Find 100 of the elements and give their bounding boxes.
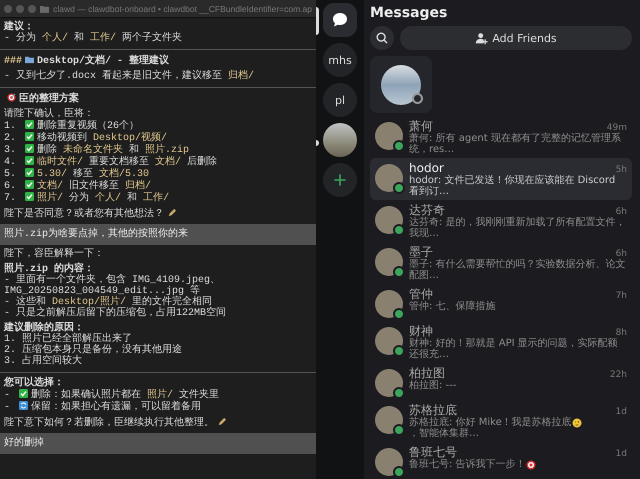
conversation-item[interactable]: 苏格拉底 1d 苏格拉底: 你好 Mike！我是苏格拉底 ，智能体集群…	[370, 400, 632, 442]
message-time: 1d	[616, 449, 627, 459]
contact-name: 苏格拉底	[409, 403, 457, 417]
checkmark-icon	[25, 192, 34, 201]
conversation-item[interactable]: 达芬奇 6h 达芬奇: 是的，我刚刚重新加载了所有配置文件，我现…	[370, 200, 632, 242]
terminal-line: 请陛下确认，臣将：	[4, 109, 94, 120]
message-preview: ，智能体集群…	[409, 428, 479, 439]
terminal-text: ###	[4, 56, 22, 67]
message-time: 5h	[616, 165, 627, 175]
contact-name: 达芬奇	[409, 203, 445, 217]
checkmark-icon	[25, 156, 34, 165]
message-preview: 管仲: 七、保障措施	[409, 301, 497, 312]
conversation-item[interactable]: 鲁班七号 1d 鲁班七号: 告诉我下一步！	[370, 442, 632, 479]
terminal-text: 分为	[68, 193, 90, 204]
window-title: clawd — clawdbot-onboard • clawdbot __CFBundleIdentifier=com.ap	[53, 4, 312, 14]
checkmark-icon	[25, 132, 34, 141]
avatar-placeholder	[375, 164, 403, 192]
activity-card[interactable]	[370, 56, 432, 113]
terminal-line: - 只是之前解压后留下的压缩包，占用122MB空间	[4, 308, 228, 319]
message-preview: 鲁班七号: 告诉我下一步！	[409, 459, 526, 470]
terminal-text: 删除重复视频（26个）	[37, 121, 140, 132]
terminal-text: 照片/	[37, 193, 64, 204]
dart-target-icon	[7, 93, 16, 102]
contact-name: 墨子	[409, 245, 433, 259]
message-time: 7h	[616, 291, 627, 301]
message-time: 8h	[616, 328, 627, 338]
terminal-text: 文档/	[37, 181, 64, 192]
avatar-placeholder	[375, 122, 403, 150]
server-button[interactable]: pl	[323, 83, 357, 117]
terminal-line: 建议：	[4, 22, 34, 33]
terminal-text: 移动视频到	[37, 133, 88, 144]
terminal-line: - 这些和 Desktop/照片/ 里的文件完全相同	[4, 297, 212, 308]
checkmark-icon	[25, 168, 34, 177]
plus-icon	[332, 172, 348, 188]
contact-name: 管仲	[409, 287, 433, 301]
terminal-text: -	[4, 390, 12, 401]
user-message: 好的删掉	[0, 433, 316, 454]
avatar-placeholder	[375, 406, 403, 434]
message-preview: hodor: 文件已发送！你现在应该能在 Discord 看到订…	[409, 175, 616, 197]
terminal-text: 文档/	[155, 157, 182, 168]
terminal-text: 臣的整理方案	[19, 94, 79, 105]
terminal-text: 5.	[4, 169, 18, 180]
terminal-text: 文件夹里	[179, 390, 220, 401]
terminal-line: - 又到七夕了.docx 看起来是旧文件，建议移至 归档/	[4, 71, 256, 82]
terminal-text: 和	[129, 145, 140, 156]
terminal-text: 重要文档移至	[88, 157, 150, 168]
direct-messages-button[interactable]	[323, 3, 357, 37]
checkmark-icon	[25, 180, 34, 189]
dart-target-icon	[526, 460, 536, 470]
contact-name: 柏拉图	[409, 366, 445, 380]
contact-name: 财神	[409, 324, 433, 338]
status-ring-icon	[412, 93, 423, 104]
server-photo-button[interactable]	[323, 123, 357, 157]
folder-icon	[25, 55, 34, 64]
avatar-placeholder	[375, 248, 403, 276]
add-server-button[interactable]	[323, 163, 357, 197]
conversation-item[interactable]: 墨子 6h 墨子: 有什么需要帮忙的吗？实验数据分析、论文配图…	[370, 242, 632, 284]
avatar-placeholder	[375, 206, 403, 234]
avatar-placeholder	[375, 327, 403, 355]
terminal-text: 照片/	[147, 390, 174, 401]
add-friend-icon	[475, 32, 488, 44]
message-time: 6h	[616, 249, 627, 259]
terminal-text: 保留：如果担心有遗漏，可以留着备用	[31, 402, 202, 413]
message-time: 6h	[616, 207, 627, 217]
terminal-text: Desktop/文档/ - 整理建议	[37, 56, 170, 67]
terminal-line: 3. 占用空间较大	[4, 356, 84, 367]
terminal-text: 文档/5.30	[99, 169, 150, 180]
terminal-text: 归档/	[125, 181, 152, 192]
message-time: 1d	[616, 407, 627, 417]
message-preview: 墨子: 有什么需要帮忙的吗？实验数据分析、论文配图…	[409, 259, 627, 281]
search-button[interactable]	[370, 26, 394, 50]
contact-name: hodor	[409, 161, 444, 175]
conversation-item[interactable]: 萧何 49m 萧何: 所有 agent 现在都有了完整的记忆管理系统，res…	[370, 116, 632, 158]
terminal-line: 1. 照片已经全部解压出来了	[4, 334, 132, 345]
terminal-text: 陛下意下如何？若删除，臣继续执行其他整理。	[4, 418, 214, 429]
conversation-item[interactable]: 柏拉图 22h 柏拉图: ---	[370, 363, 632, 400]
terminal-text: 5.30/	[37, 169, 68, 180]
terminal-text: 2.	[4, 133, 18, 144]
conversation-item[interactable]: 财神 8h 财神: 好的！那就是 API 显示的问题，实际配额还很充…	[370, 321, 632, 363]
terminal-text: 删除	[37, 145, 58, 156]
terminal-line: 您可以选择：	[4, 378, 65, 389]
terminal-text: 未命名文件夹	[63, 145, 124, 156]
terminal-line: 2. 压缩包本身只是备份，没有其他用途	[4, 345, 184, 356]
terminal-text: 工作/	[143, 193, 170, 204]
terminal-text: 1.	[4, 121, 18, 132]
conversation-item[interactable]: hodor 5h hodor: 文件已发送！你现在应该能在 Discord 看到订…	[370, 158, 632, 200]
message-preview: 达芬奇: 是的，我刚刚重新加载了所有配置文件，我现…	[409, 217, 627, 239]
message-preview: 萧何: 所有 agent 现在都有了完整的记忆管理系统，res…	[409, 133, 622, 155]
checkmark-icon	[25, 144, 34, 153]
terminal-text: 删除：如果确认照片都在	[31, 390, 142, 401]
conversation-item[interactable]: 管仲 7h 管仲: 七、保障措施	[370, 284, 632, 321]
avatar-placeholder	[375, 290, 403, 318]
terminal-text: 陛下是否同意？或者您有其他想法？	[4, 209, 164, 220]
server-button[interactable]: mhs	[323, 43, 357, 77]
terminal-line: - 里面有一个文件夹，包含 IMG_4109.jpeg、IMG_20250823_004549_edit...jpg 等	[4, 275, 222, 297]
terminal-line: 陛下，容臣解释一下：	[4, 249, 105, 260]
terminal-text: 3.	[4, 145, 18, 156]
terminal-text: 后删除	[186, 157, 218, 168]
add-friends-button[interactable]: Add Friends	[400, 26, 632, 50]
terminal-text: 临时文件/	[37, 157, 84, 168]
